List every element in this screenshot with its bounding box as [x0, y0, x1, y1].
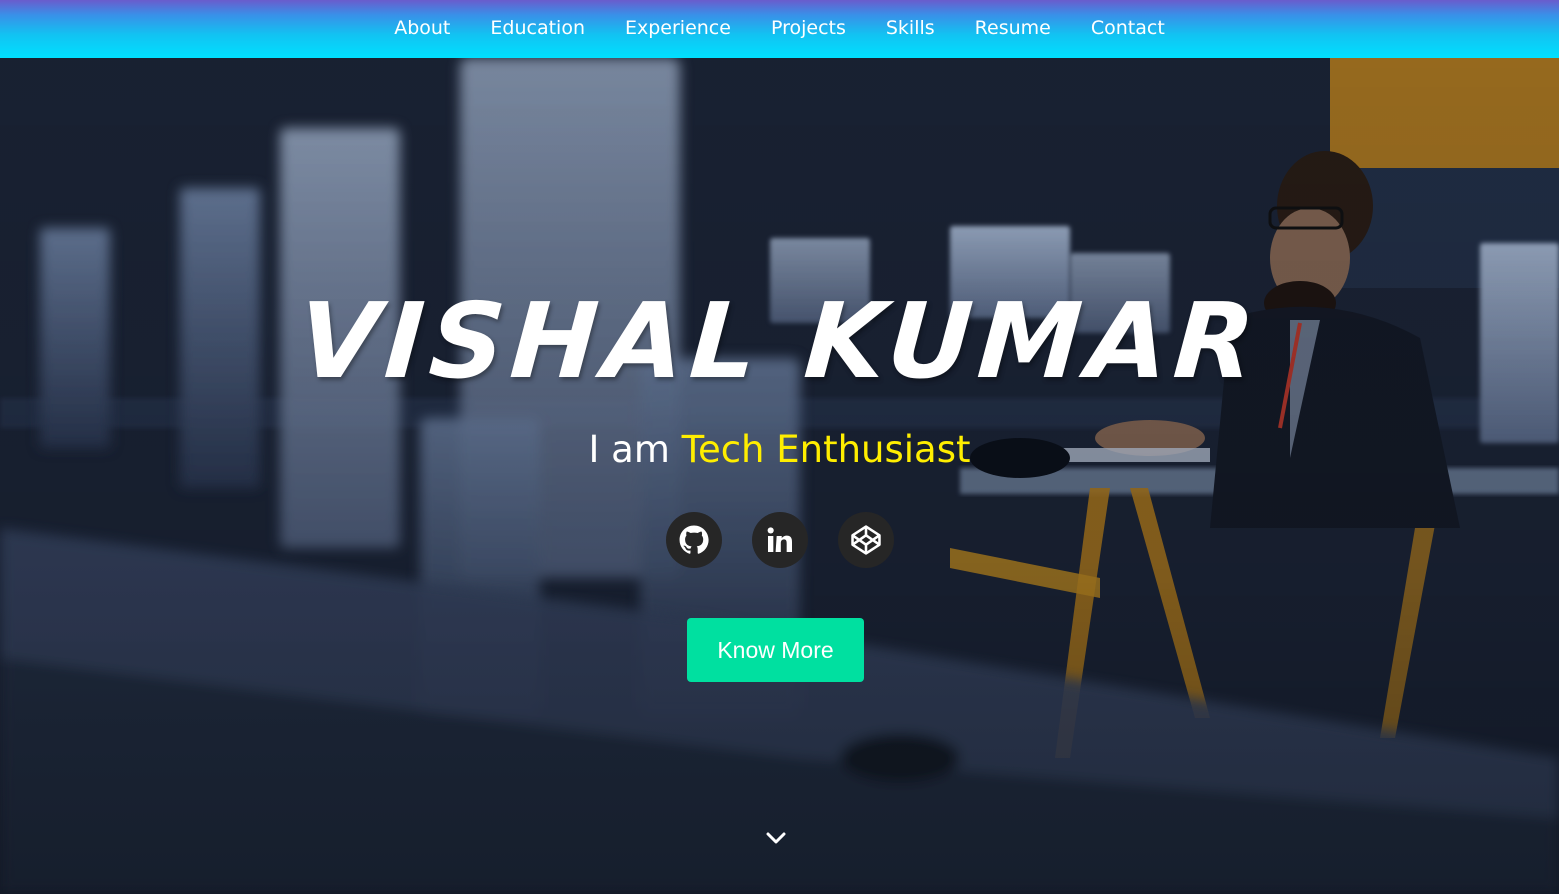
hero-subtitle: I am Tech Enthusiast [0, 428, 1559, 471]
hero-section: VISHAL KUMAR I am Tech Enthusiast Know M… [0, 58, 1559, 894]
nav-link-resume[interactable]: Resume [975, 17, 1051, 39]
know-more-button[interactable]: Know More [687, 618, 864, 682]
github-icon [679, 525, 709, 554]
github-link[interactable] [665, 512, 722, 568]
top-navbar: About Education Experience Projects Skil… [0, 0, 1559, 58]
scroll-down-button[interactable] [765, 828, 787, 848]
codepen-icon [850, 525, 881, 555]
social-links [0, 512, 1559, 568]
nav-link-projects[interactable]: Projects [771, 17, 846, 39]
linkedin-link[interactable] [751, 512, 808, 568]
nav-link-about[interactable]: About [394, 17, 450, 39]
hero-overlay [0, 58, 1559, 894]
linkedin-icon [767, 527, 792, 552]
nav-link-contact[interactable]: Contact [1091, 17, 1165, 39]
chevron-down-icon [766, 832, 786, 844]
nav-link-skills[interactable]: Skills [886, 17, 935, 39]
hero-name-title: VISHAL KUMAR [294, 280, 1265, 402]
nav-link-education[interactable]: Education [490, 17, 585, 39]
hero-subtitle-prefix: I am [588, 428, 682, 471]
nav-link-experience[interactable]: Experience [625, 17, 731, 39]
hero-typed-text: Tech Enthusiast [681, 428, 971, 471]
codepen-link[interactable] [837, 512, 894, 568]
